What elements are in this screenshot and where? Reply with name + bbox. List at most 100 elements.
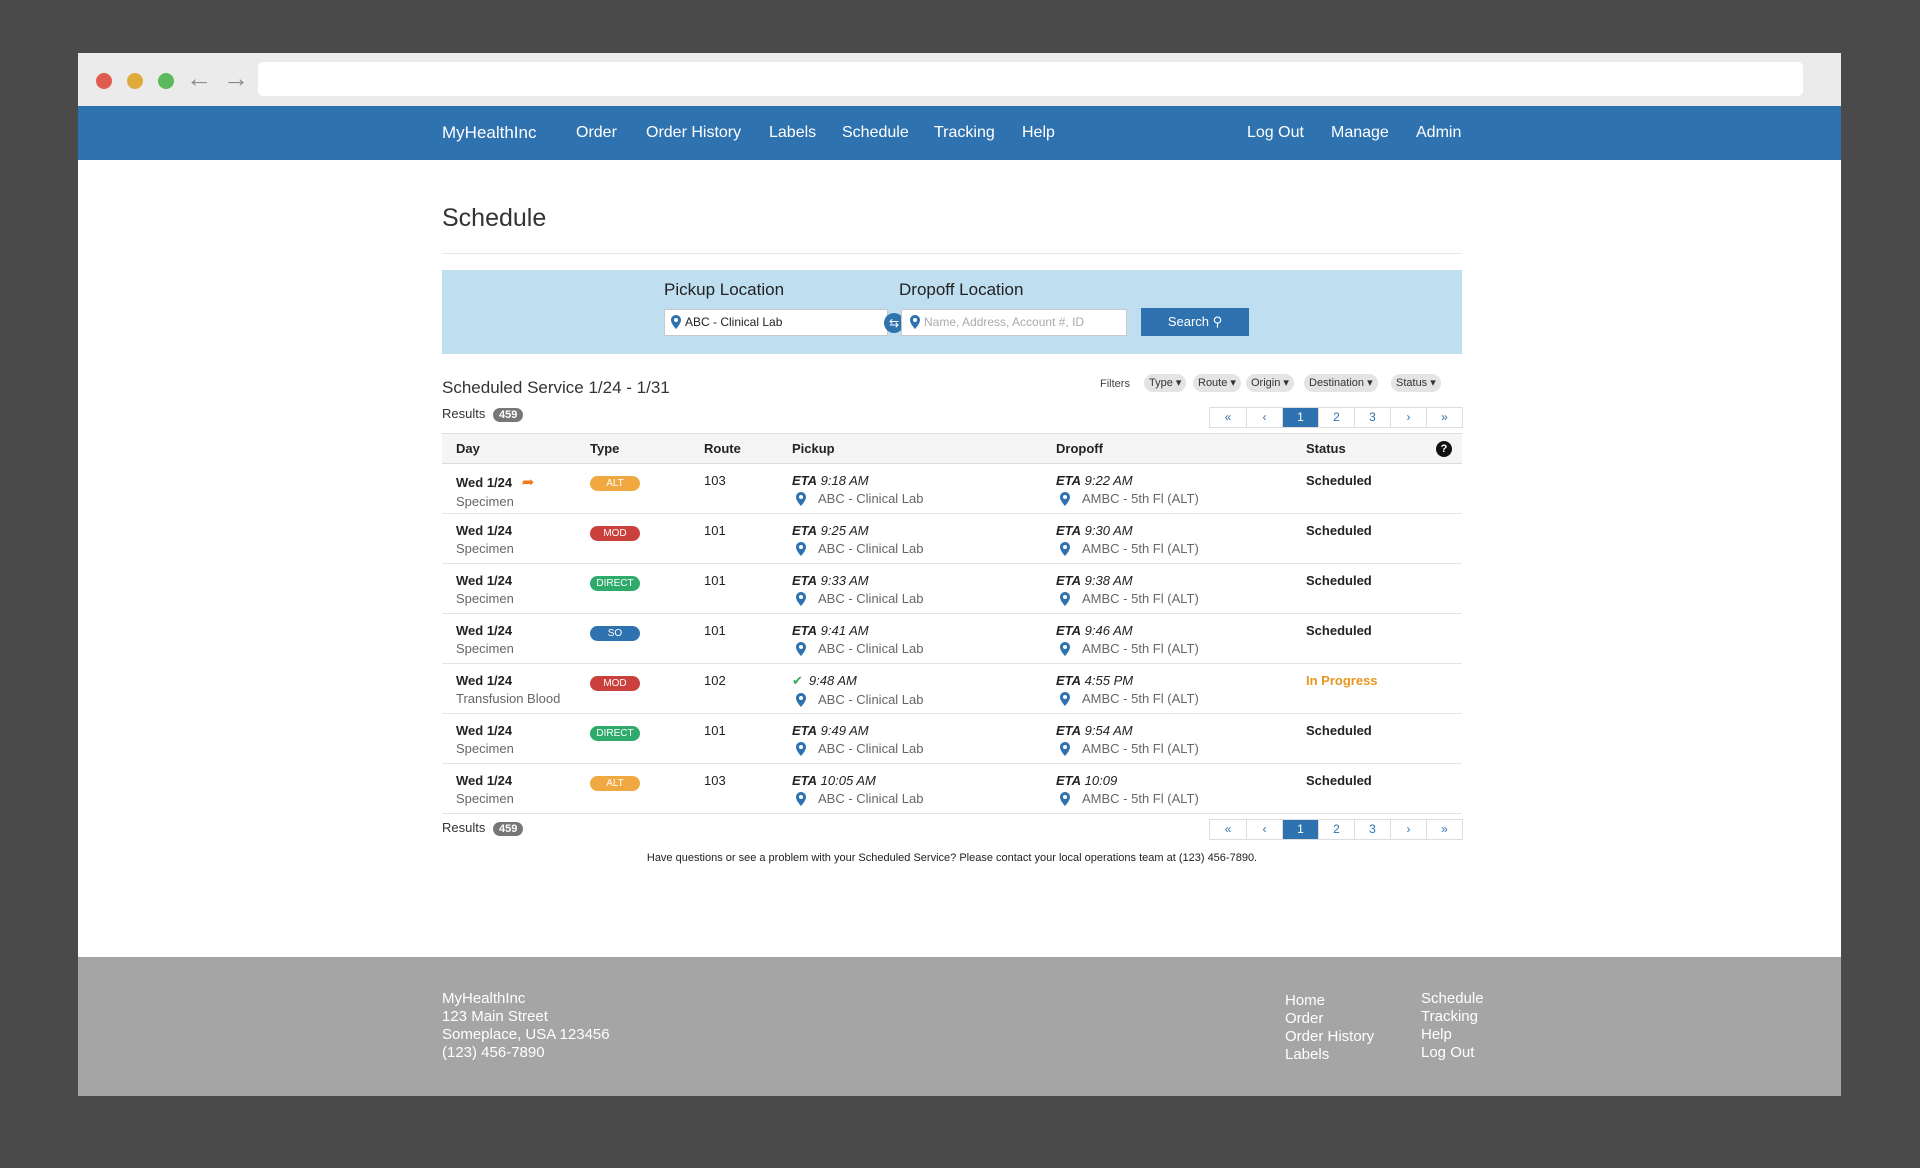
page-2[interactable]: 2 — [1318, 408, 1354, 427]
row-day: Wed 1/24 — [456, 623, 513, 638]
checkmark-icon: ✔ — [792, 673, 803, 688]
search-icon: ⚲ — [1212, 314, 1223, 329]
table-row[interactable]: Wed 1/24 Specimen DIRECT 101 ETA 9:49 AM ABC … — [442, 713, 1462, 764]
location-pin-icon — [910, 315, 920, 329]
nav-admin[interactable]: Admin — [1416, 124, 1461, 142]
footer-link-schedule[interactable]: Schedule — [1421, 990, 1484, 1008]
page-last[interactable]: » — [1426, 820, 1462, 839]
pickup-eta: 9:49 AM — [820, 723, 869, 738]
footer-street: 123 Main Street — [442, 1008, 548, 1025]
nav-order[interactable]: Order — [576, 124, 617, 142]
location-pin-icon — [1060, 692, 1070, 706]
footer-link-labels[interactable]: Labels — [1285, 1046, 1374, 1064]
page-3[interactable]: 3 — [1354, 820, 1390, 839]
nav-help[interactable]: Help — [1022, 124, 1055, 142]
table-row[interactable]: Wed 1/24 Specimen SO 101 ETA 9:41 AM ABC - Cl… — [442, 613, 1462, 664]
footer-link-logout[interactable]: Log Out — [1421, 1044, 1484, 1062]
location-pin-icon — [1060, 792, 1070, 806]
filter-destination[interactable]: Destination ▾ — [1304, 374, 1378, 392]
minimize-window-button[interactable] — [127, 73, 143, 89]
back-arrow-icon[interactable]: ← — [186, 65, 212, 91]
row-service-type: Specimen — [456, 641, 514, 656]
nav-order-history[interactable]: Order History — [646, 124, 741, 142]
row-route: 101 — [690, 713, 778, 764]
page-next[interactable]: › — [1390, 408, 1426, 427]
row-service-type: Specimen — [456, 591, 514, 606]
close-window-button[interactable] — [96, 73, 112, 89]
row-day: Wed 1/24 ➦ — [456, 474, 535, 491]
footer-link-tracking[interactable]: Tracking — [1421, 1008, 1484, 1026]
type-badge: MOD — [590, 676, 640, 691]
footer-link-home[interactable]: Home — [1285, 992, 1374, 1010]
row-route: 101 — [690, 563, 778, 614]
filter-status[interactable]: Status ▾ — [1391, 374, 1441, 392]
page-1[interactable]: 1 — [1282, 820, 1318, 839]
table-row[interactable]: Wed 1/24 Specimen ALT 103 ETA 10:05 AM ABC - … — [442, 763, 1462, 814]
eta-label: ETA — [1056, 623, 1082, 638]
footer-link-order-history[interactable]: Order History — [1285, 1028, 1374, 1046]
nav-manage[interactable]: Manage — [1331, 124, 1389, 142]
row-route: 102 — [690, 663, 778, 714]
location-pin-icon — [796, 542, 806, 556]
results-badge: 459 — [492, 822, 524, 836]
eta-label: ETA — [1056, 573, 1082, 588]
col-route: Route — [690, 433, 778, 464]
filter-type[interactable]: Type ▾ — [1144, 374, 1187, 392]
table-row[interactable]: Wed 1/24 Transfusion Blood MOD 102 ✔ 9:48 AM A… — [442, 663, 1462, 714]
location-pin-icon — [796, 742, 806, 756]
help-icon[interactable]: ? — [1436, 441, 1452, 457]
pickup-location-input[interactable]: ABC - Clinical Lab — [664, 309, 888, 336]
type-badge: DIRECT — [590, 726, 640, 741]
page-next[interactable]: › — [1390, 820, 1426, 839]
location-pin-icon — [1060, 492, 1070, 506]
footer-link-order[interactable]: Order — [1285, 1010, 1374, 1028]
row-day: Wed 1/24 — [456, 573, 513, 588]
brand-logo[interactable]: MyHealthInc — [442, 123, 536, 143]
dropoff-label: Dropoff Location — [899, 280, 1024, 299]
pickup-location: ABC - Clinical Lab — [818, 692, 924, 707]
eta-label: ETA — [1056, 673, 1082, 688]
pagination-bottom: « ‹ 1 2 3 › » — [1209, 819, 1463, 840]
table-header-row: Day Type Route Pickup Dropoff Status ? — [442, 433, 1462, 464]
dropoff-eta: 9:22 AM — [1084, 473, 1133, 488]
schedule-table: Day Type Route Pickup Dropoff Status ? W… — [442, 433, 1462, 814]
table-row[interactable]: Wed 1/24 Specimen DIRECT 101 ETA 9:33 AM ABC … — [442, 563, 1462, 614]
status-label: Scheduled — [1306, 723, 1372, 738]
eta-label: ETA — [792, 573, 818, 588]
row-route: 101 — [690, 513, 778, 564]
page-last[interactable]: » — [1426, 408, 1462, 427]
pickup-location: ABC - Clinical Lab — [818, 591, 924, 606]
table-row[interactable]: Wed 1/24 ➦ Specimen ALT 103 ETA 9:18 AM ABC -… — [442, 463, 1462, 514]
search-button-label: Search — [1167, 314, 1210, 329]
dropoff-location: AMBC - 5th Fl (ALT) — [1082, 491, 1199, 506]
filter-route[interactable]: Route ▾ — [1193, 374, 1241, 392]
pickup-location: ABC - Clinical Lab — [818, 641, 924, 656]
page-first[interactable]: « — [1210, 820, 1246, 839]
eta-label: ETA — [792, 773, 818, 788]
page-3[interactable]: 3 — [1354, 408, 1390, 427]
nav-schedule[interactable]: Schedule — [842, 124, 909, 142]
table-row[interactable]: Wed 1/24 Specimen MOD 101 ETA 9:25 AM ABC - C… — [442, 513, 1462, 564]
footer-link-help[interactable]: Help — [1421, 1026, 1484, 1044]
page-1[interactable]: 1 — [1282, 408, 1318, 427]
nav-logout[interactable]: Log Out — [1247, 124, 1304, 142]
nav-labels[interactable]: Labels — [769, 124, 816, 142]
address-bar[interactable] — [258, 62, 1803, 96]
dropoff-location: AMBC - 5th Fl (ALT) — [1082, 641, 1199, 656]
row-day: Wed 1/24 — [456, 773, 513, 788]
forward-arrow-icon[interactable]: → — [223, 65, 249, 91]
search-button[interactable]: Search ⚲ — [1141, 308, 1249, 336]
row-service-type: Specimen — [456, 494, 514, 509]
dropoff-location-placeholder: Name, Address, Account #, ID — [924, 315, 1085, 329]
footer-address: MyHealthInc 123 Main Street Someplace, U… — [442, 990, 610, 1062]
page-first[interactable]: « — [1210, 408, 1246, 427]
page-prev[interactable]: ‹ — [1246, 820, 1282, 839]
dropoff-location-input[interactable]: Name, Address, Account #, ID — [901, 309, 1127, 336]
eta-label: ETA — [1056, 773, 1082, 788]
filter-origin[interactable]: Origin ▾ — [1246, 374, 1294, 392]
page-2[interactable]: 2 — [1318, 820, 1354, 839]
nav-tracking[interactable]: Tracking — [934, 124, 995, 142]
page-prev[interactable]: ‹ — [1246, 408, 1282, 427]
row-route: 101 — [690, 613, 778, 664]
maximize-window-button[interactable] — [158, 73, 174, 89]
